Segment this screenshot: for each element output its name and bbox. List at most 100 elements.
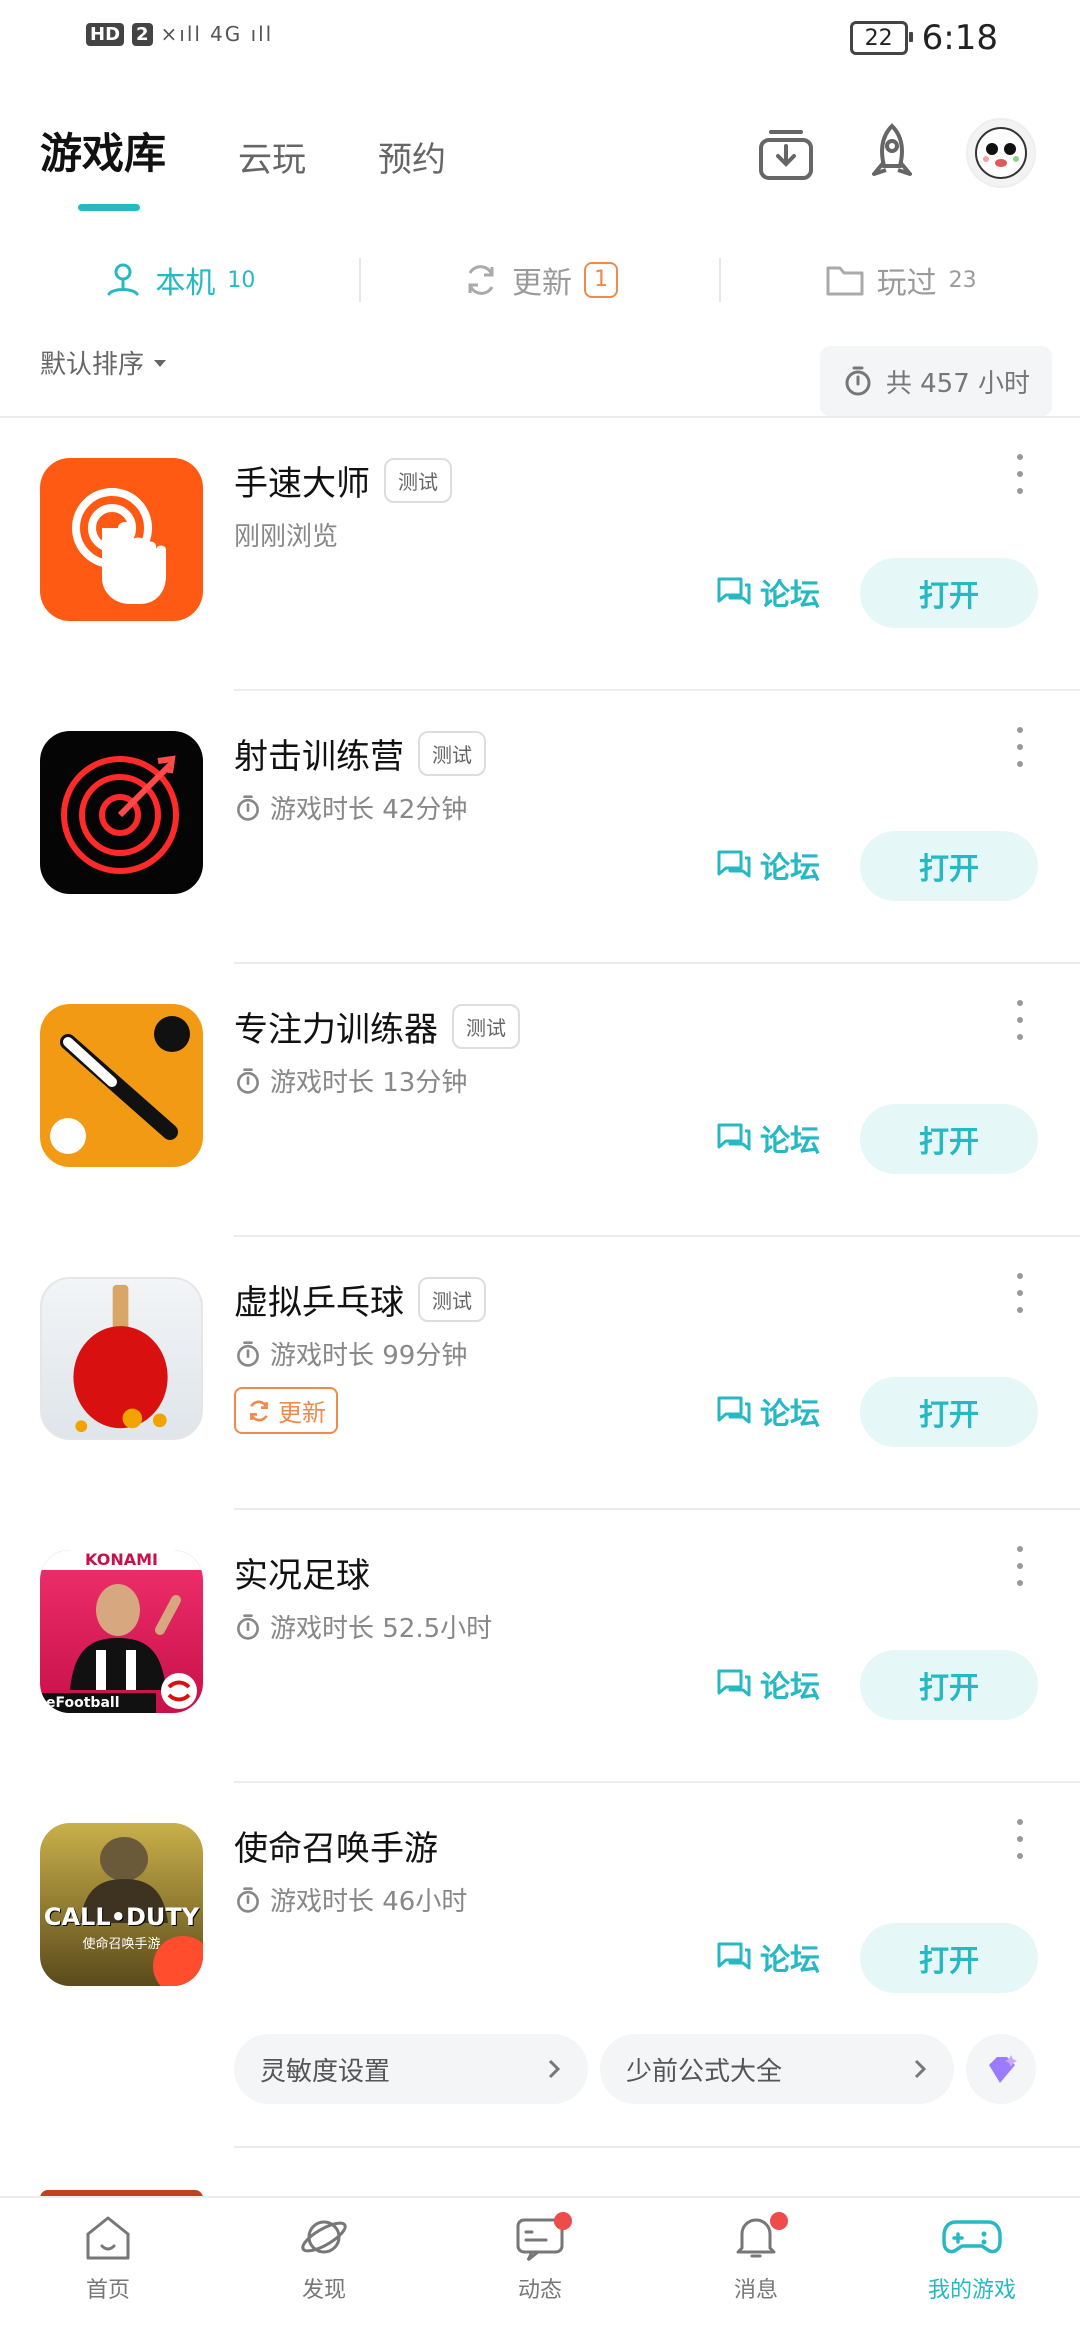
timer-icon bbox=[237, 1886, 259, 1913]
tab-cloud-play[interactable]: 云玩 bbox=[238, 132, 306, 181]
open-button[interactable]: 打开 bbox=[860, 831, 1038, 901]
subtab-update-label: 更新 bbox=[512, 266, 572, 301]
chip-sensitivity-settings[interactable]: 灵敏度设置 bbox=[234, 2034, 588, 2104]
nav-label: 动态 bbox=[517, 2278, 562, 2303]
more-options-icon[interactable] bbox=[1008, 454, 1032, 494]
sort-label: 默认排序 bbox=[40, 350, 145, 380]
timer-icon bbox=[237, 794, 259, 821]
total-playtime-text: 共 457 小时 bbox=[885, 368, 1030, 399]
tab-game-library[interactable]: 游戏库 bbox=[40, 120, 166, 181]
notification-dot bbox=[770, 2212, 788, 2230]
download-manager-icon[interactable] bbox=[754, 121, 818, 185]
game-title-row: 虚拟乒乓球 测试 bbox=[234, 1275, 486, 1324]
status-left: HD 2 ×ıll 4G ıll bbox=[86, 22, 273, 46]
test-tag: 测试 bbox=[418, 731, 486, 776]
tab-reservation[interactable]: 预约 bbox=[378, 132, 446, 181]
subtab-update[interactable]: 更新 1 bbox=[361, 258, 720, 302]
game-name: 射击训练营 bbox=[234, 737, 404, 777]
game-info: 游戏时长 52.5小时 bbox=[234, 1608, 492, 1645]
more-options-icon[interactable] bbox=[1008, 1273, 1032, 1313]
game-icon-ping-pong[interactable] bbox=[40, 1277, 203, 1440]
nav-label: 首页 bbox=[85, 2278, 130, 2303]
nav-feed[interactable]: 动态 bbox=[432, 2198, 648, 2342]
bottom-navigation: 首页 发现 动态 消息 我的游戏 bbox=[0, 2196, 1080, 2342]
forum-button[interactable]: 论坛 bbox=[716, 570, 820, 614]
quick-links: 灵敏度设置 少前公式大全 bbox=[234, 2034, 1036, 2104]
nav-messages[interactable]: 消息 bbox=[648, 2198, 864, 2342]
game-name: 专注力训练器 bbox=[234, 1010, 438, 1050]
timer-icon bbox=[237, 1613, 259, 1640]
subtab-local[interactable]: 本机 10 bbox=[0, 258, 359, 302]
game-info: 游戏时长 13分钟 bbox=[234, 1062, 467, 1099]
update-label: 更新 bbox=[278, 1399, 326, 1427]
forum-label: 论坛 bbox=[760, 1670, 820, 1705]
nav-discover[interactable]: 发现 bbox=[216, 2198, 432, 2342]
subtab-played[interactable]: 玩过 23 bbox=[721, 258, 1080, 302]
update-button[interactable]: 更新 bbox=[234, 1387, 338, 1434]
forum-icon bbox=[717, 850, 751, 878]
game-icon-efootball[interactable]: KONAMI eFootball bbox=[40, 1550, 203, 1713]
game-icon-call-of-duty[interactable]: CALL•DUTY 使命召唤手游 bbox=[40, 1823, 203, 1986]
forum-label: 论坛 bbox=[760, 1943, 820, 1978]
sparkle-diamond-icon[interactable] bbox=[966, 2034, 1036, 2104]
forum-icon bbox=[717, 1123, 751, 1151]
game-item[interactable]: 虚拟乒乓球 测试 游戏时长 99分钟 更新 论坛 打开 bbox=[0, 1237, 1080, 1510]
timer-icon bbox=[237, 1067, 259, 1094]
test-tag: 测试 bbox=[384, 458, 452, 503]
game-info-text: 游戏时长 99分钟 bbox=[270, 1341, 468, 1371]
game-title-row: 手速大师 测试 bbox=[234, 456, 452, 505]
game-name: 实况足球 bbox=[234, 1556, 370, 1596]
refresh-icon bbox=[250, 1400, 268, 1421]
more-options-icon[interactable] bbox=[1008, 1000, 1032, 1040]
hd-indicator: HD bbox=[86, 22, 125, 46]
nav-home[interactable]: 首页 bbox=[0, 2198, 216, 2342]
game-icon-shooting-camp[interactable] bbox=[40, 731, 203, 894]
chevron-right-icon bbox=[548, 2059, 561, 2079]
game-item[interactable]: 手速大师 测试 刚刚浏览 论坛 打开 bbox=[0, 418, 1080, 691]
game-name: 虚拟乒乓球 bbox=[234, 1283, 404, 1323]
subtab-played-count: 23 bbox=[948, 267, 977, 293]
caret-down-icon bbox=[154, 359, 167, 367]
game-item[interactable]: 射击训练营 测试 游戏时长 42分钟 论坛 打开 bbox=[0, 691, 1080, 964]
open-button[interactable]: 打开 bbox=[860, 1104, 1038, 1174]
signal-4g-icon: 4G ıll bbox=[209, 22, 274, 46]
status-right: 22 6:18 bbox=[849, 18, 998, 58]
forum-button[interactable]: 论坛 bbox=[716, 1935, 820, 1979]
game-info-text: 游戏时长 46小时 bbox=[270, 1887, 468, 1917]
forum-button[interactable]: 论坛 bbox=[716, 1116, 820, 1160]
open-button[interactable]: 打开 bbox=[860, 1923, 1038, 1993]
more-options-icon[interactable] bbox=[1008, 727, 1032, 767]
more-options-icon[interactable] bbox=[1008, 1546, 1032, 1586]
update-count-badge: 1 bbox=[584, 262, 618, 298]
user-avatar[interactable] bbox=[966, 118, 1036, 188]
forum-label: 论坛 bbox=[760, 578, 820, 613]
more-options-icon[interactable] bbox=[1008, 1819, 1032, 1859]
rocket-icon[interactable] bbox=[860, 121, 924, 185]
forum-button[interactable]: 论坛 bbox=[716, 843, 820, 887]
timer-icon bbox=[845, 366, 871, 396]
forum-icon bbox=[717, 577, 751, 605]
sort-dropdown[interactable]: 默认排序 bbox=[40, 344, 168, 381]
nav-label: 消息 bbox=[733, 2278, 778, 2303]
notification-dot bbox=[554, 2212, 572, 2230]
forum-button[interactable]: 论坛 bbox=[716, 1662, 820, 1706]
forum-button[interactable]: 论坛 bbox=[716, 1389, 820, 1433]
total-playtime: 共 457 小时 bbox=[819, 346, 1052, 416]
game-icon-focus-trainer[interactable] bbox=[40, 1004, 203, 1167]
game-info: 游戏时长 46小时 bbox=[234, 1881, 467, 1918]
open-button[interactable]: 打开 bbox=[860, 558, 1038, 628]
test-tag: 测试 bbox=[452, 1004, 520, 1049]
nav-my-games[interactable]: 我的游戏 bbox=[864, 2198, 1080, 2342]
game-item[interactable]: 专注力训练器 测试 游戏时长 13分钟 论坛 打开 bbox=[0, 964, 1080, 1237]
open-button[interactable]: 打开 bbox=[860, 1650, 1038, 1720]
battery-icon: 22 bbox=[849, 21, 913, 55]
game-info-text: 游戏时长 52.5小时 bbox=[270, 1614, 493, 1644]
game-title-row: 专注力训练器 测试 bbox=[234, 1002, 520, 1051]
library-sub-tabs: 本机 10 更新 1 玩过 23 bbox=[0, 240, 1080, 320]
open-button[interactable]: 打开 bbox=[860, 1377, 1038, 1447]
game-icon-hand-speed[interactable] bbox=[40, 458, 203, 621]
nav-label: 我的游戏 bbox=[927, 2278, 1016, 2303]
game-item[interactable]: KONAMI eFootball 实况足球 游戏时长 52.5小时 论坛 打开 bbox=[0, 1510, 1080, 1783]
chip-formula-guide[interactable]: 少前公式大全 bbox=[600, 2034, 954, 2104]
game-title-row: 使命召唤手游 bbox=[234, 1821, 438, 1870]
